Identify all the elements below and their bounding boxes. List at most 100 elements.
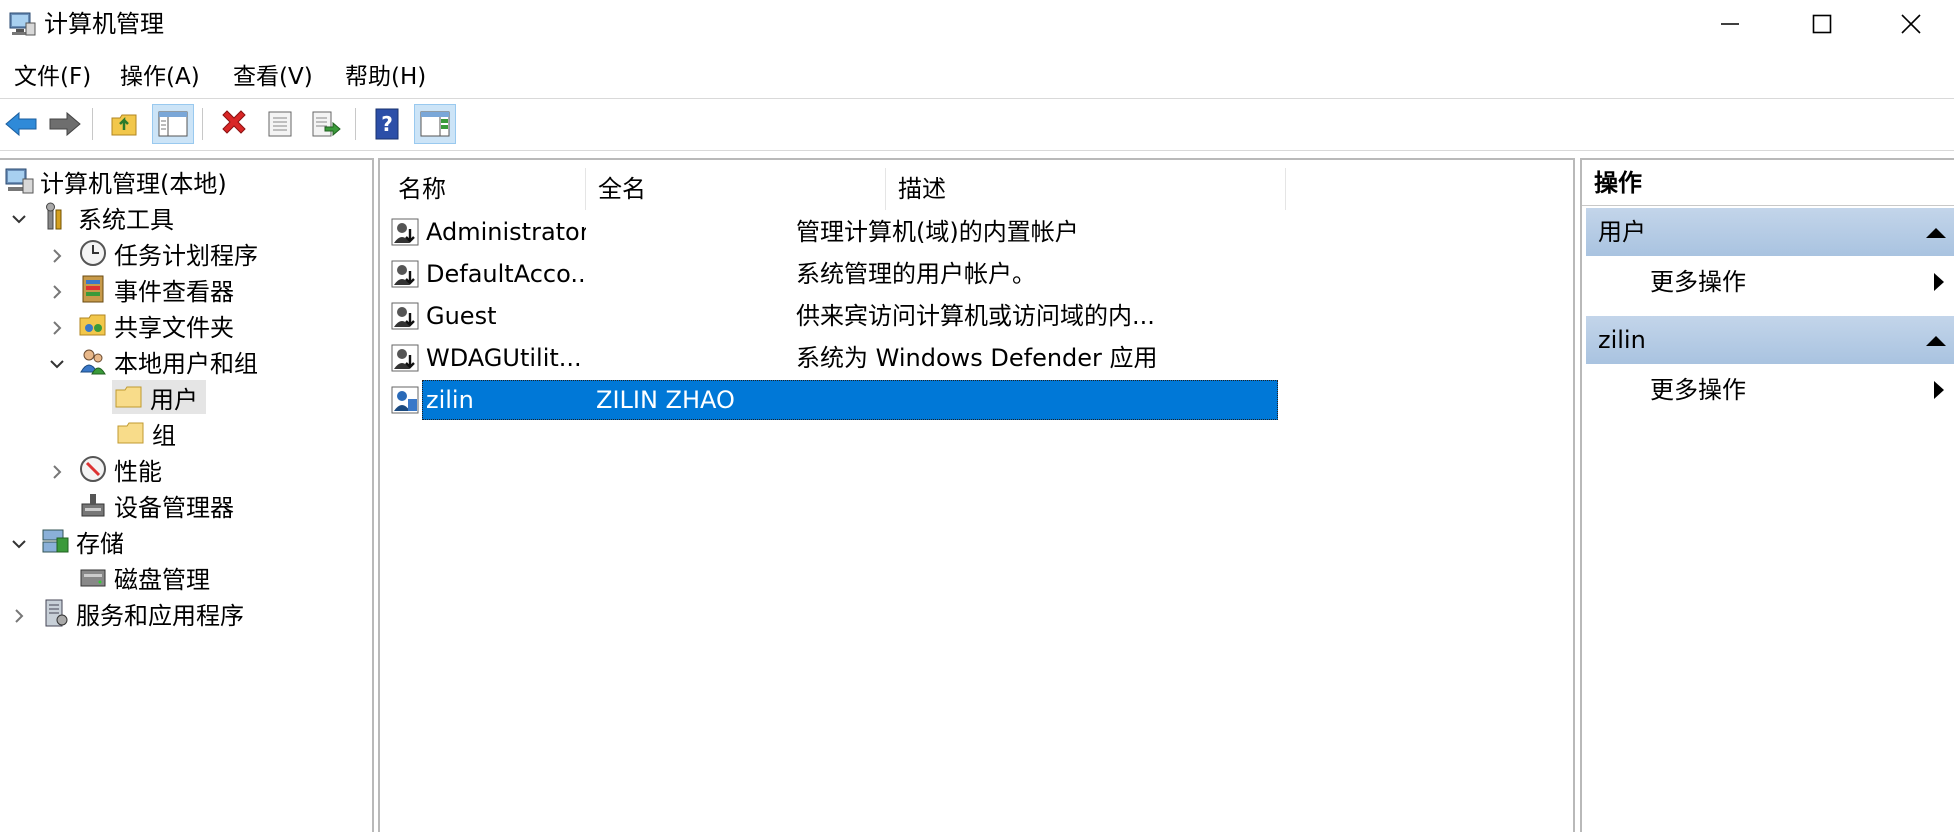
- tree-node-event-viewer[interactable]: 事件查看器: [78, 272, 234, 306]
- svg-text:?: ?: [381, 112, 393, 136]
- action-label: 更多操作: [1650, 376, 1746, 404]
- action-section-users[interactable]: 用户: [1586, 208, 1954, 256]
- user-name: Guest: [426, 302, 497, 330]
- user-icon: [391, 386, 419, 414]
- table-row[interactable]: Guest 供来宾访问计算机或访问域的内...: [388, 296, 1278, 336]
- maximize-icon: [1812, 14, 1832, 34]
- computer-management-icon: [9, 12, 36, 36]
- chevron-down-icon[interactable]: [48, 355, 66, 373]
- toolbar-separator: [92, 108, 93, 140]
- user-icon: [391, 260, 419, 288]
- collapse-icon[interactable]: [1926, 336, 1946, 346]
- tree-node-label: 系统工具: [78, 205, 174, 234]
- tree-node-device-manager[interactable]: 设备管理器: [78, 488, 234, 522]
- tree-node-performance[interactable]: 性能: [78, 452, 162, 486]
- show-hide-console-tree-button[interactable]: [152, 104, 194, 144]
- table-row[interactable]: Administrator 管理计算机(域)的内置帐户: [388, 212, 1278, 252]
- tree-node-label: 设备管理器: [114, 493, 234, 522]
- actions-pane: 操作 用户 更多操作 zilin 更多操作: [1580, 158, 1954, 832]
- chevron-right-icon[interactable]: [48, 463, 66, 481]
- column-header-name[interactable]: 名称: [386, 168, 586, 210]
- user-list-pane: 名称 全名 描述 Administrator 管理计算机(域)的内置帐户 Def…: [378, 158, 1575, 832]
- chevron-right-icon[interactable]: [10, 607, 28, 625]
- tree-node-services-apps[interactable]: 服务和应用程序: [40, 596, 244, 630]
- tree-node-local-users-groups[interactable]: 本地用户和组: [78, 344, 258, 378]
- back-button[interactable]: [0, 104, 42, 144]
- tree-node-root[interactable]: 计算机管理(本地): [4, 164, 227, 198]
- menu-help[interactable]: 帮助(H): [343, 60, 428, 94]
- title-bar: 计算机管理: [0, 0, 1954, 48]
- chevron-down-icon[interactable]: [10, 210, 28, 228]
- delete-icon: [222, 110, 246, 134]
- user-name: Administrator: [426, 218, 586, 246]
- tree-node-label: 事件查看器: [114, 277, 234, 306]
- help-button[interactable]: ?: [366, 104, 408, 144]
- show-hide-action-pane-button[interactable]: [414, 104, 456, 144]
- tools-icon: [46, 202, 62, 230]
- user-name: WDAGUtilit...: [426, 344, 582, 372]
- tree-node-label: 本地用户和组: [114, 349, 258, 378]
- tree-node-system-tools[interactable]: 系统工具: [42, 200, 174, 234]
- tree-node-label: 组: [152, 421, 176, 450]
- menu-view[interactable]: 查看(V): [231, 60, 315, 94]
- shared-folder-icon: [79, 314, 106, 336]
- chevron-right-icon[interactable]: [48, 247, 66, 265]
- minimize-button[interactable]: [1684, 0, 1776, 48]
- up-level-button[interactable]: [104, 104, 146, 144]
- more-actions-zilin[interactable]: 更多操作: [1650, 368, 1950, 412]
- forward-button[interactable]: [44, 104, 86, 144]
- maximize-button[interactable]: [1776, 0, 1868, 48]
- delete-button[interactable]: [213, 104, 255, 144]
- tree-node-shared-folders[interactable]: 共享文件夹: [78, 308, 234, 342]
- action-label: 更多操作: [1650, 268, 1746, 296]
- column-header-description[interactable]: 描述: [886, 168, 1286, 210]
- column-header-fullname[interactable]: 全名: [586, 168, 886, 210]
- user-icon: [391, 302, 419, 330]
- user-description: 供来宾访问计算机或访问域的内...: [796, 302, 1155, 330]
- actions-header: 操作: [1582, 160, 1954, 206]
- user-name: zilin: [426, 386, 474, 414]
- action-section-zilin[interactable]: zilin: [1586, 316, 1954, 364]
- export-list-icon: [312, 111, 341, 137]
- tree-node-disk-management[interactable]: 磁盘管理: [78, 560, 210, 594]
- table-row[interactable]: WDAGUtilit... 系统为 Windows Defender 应用...: [388, 338, 1278, 378]
- minimize-icon: [1721, 23, 1739, 25]
- up-folder-icon: [111, 114, 137, 136]
- user-description: 系统为 Windows Defender 应用...: [796, 344, 1156, 372]
- section-title: 用户: [1598, 218, 1646, 246]
- show-hide-tree-icon: [158, 111, 188, 137]
- event-viewer-icon: [82, 275, 104, 303]
- properties-icon: [268, 111, 292, 137]
- tree-node-label: 共享文件夹: [114, 313, 234, 342]
- tree-node-users[interactable]: 用户: [112, 380, 206, 414]
- help-icon: ?: [375, 108, 399, 140]
- tree-node-storage[interactable]: 存储: [40, 524, 124, 558]
- clock-icon: [80, 240, 106, 266]
- chevron-right-icon[interactable]: [48, 319, 66, 337]
- table-row[interactable]: DefaultAcco... 系统管理的用户帐户。: [388, 254, 1278, 294]
- computer-management-icon: [5, 168, 34, 194]
- chevron-right-icon[interactable]: [48, 283, 66, 301]
- folder-icon: [115, 386, 142, 408]
- export-list-button[interactable]: [305, 104, 347, 144]
- user-name: DefaultAcco...: [426, 260, 586, 288]
- tree-node-groups[interactable]: 组: [116, 416, 176, 450]
- properties-button[interactable]: [259, 104, 301, 144]
- console-tree-pane: 计算机管理(本地) 系统工具 任务计划程序 事件查看器 共享文件夹 本地用户和组…: [0, 158, 374, 832]
- chevron-down-icon[interactable]: [10, 535, 28, 553]
- user-icon: [391, 218, 419, 246]
- computer-management-window: 计算机管理 文件(F) 操作(A) 查看(V) 帮助(H) ? 计算机管理(本地…: [0, 0, 1954, 832]
- tree-node-label: 存储: [76, 529, 124, 558]
- table-row-selected[interactable]: zilin ZILIN ZHAO: [388, 380, 1278, 420]
- submenu-arrow-icon: [1934, 381, 1944, 399]
- user-description: 管理计算机(域)的内置帐户: [796, 218, 1079, 246]
- menu-file[interactable]: 文件(F): [12, 60, 93, 94]
- tree-node-task-scheduler[interactable]: 任务计划程序: [78, 236, 258, 270]
- more-actions-users[interactable]: 更多操作: [1650, 260, 1950, 304]
- collapse-icon[interactable]: [1926, 228, 1946, 238]
- menu-action[interactable]: 操作(A): [118, 60, 202, 94]
- close-button[interactable]: [1868, 0, 1954, 48]
- tree-node-label: 性能: [114, 457, 162, 486]
- toolbar: ?: [0, 100, 1954, 148]
- submenu-arrow-icon: [1934, 273, 1944, 291]
